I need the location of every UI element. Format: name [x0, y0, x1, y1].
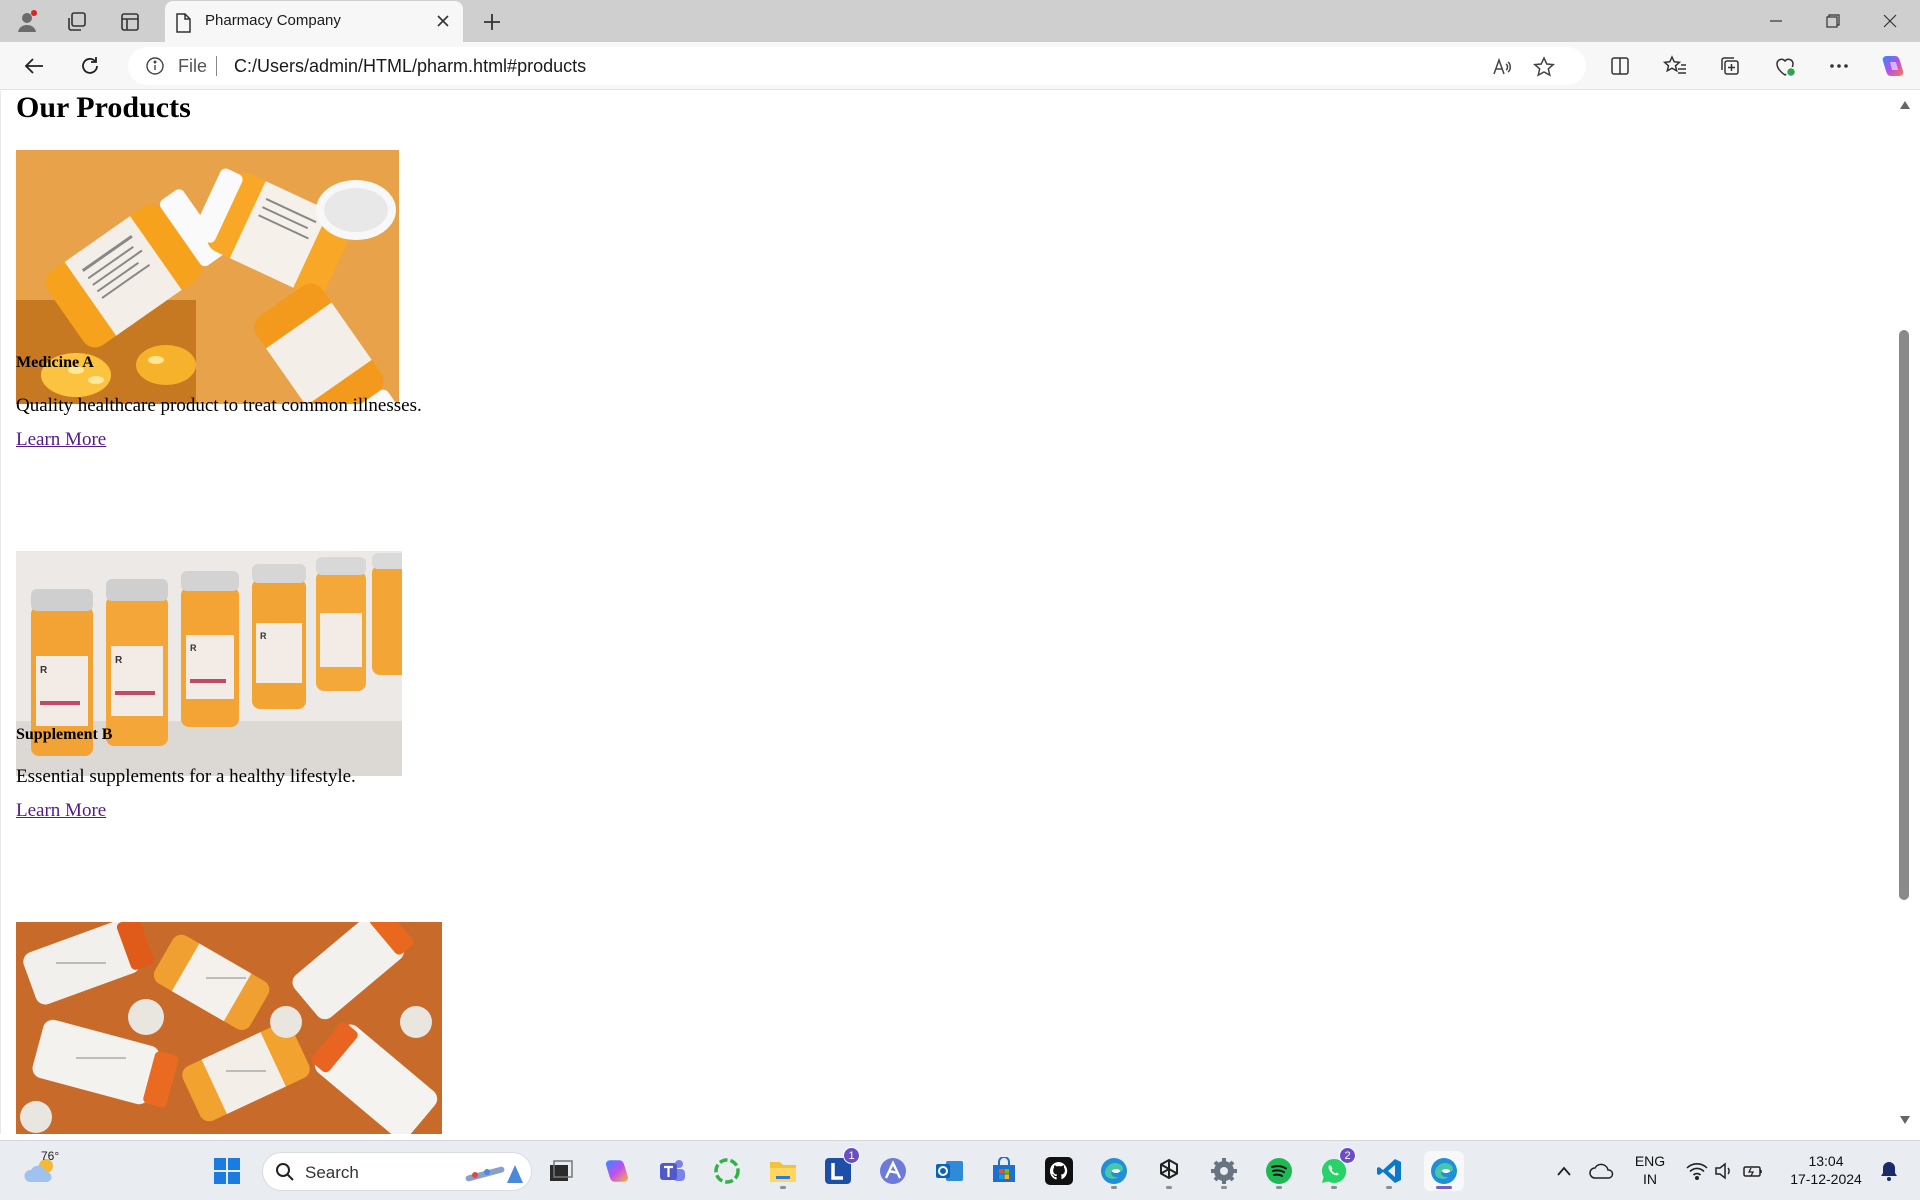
close-window-icon[interactable] [1867, 6, 1913, 36]
start-windows-icon[interactable] [207, 1151, 247, 1191]
outlook-icon[interactable] [929, 1151, 969, 1191]
info-icon[interactable] [146, 57, 164, 80]
edge-icon[interactable] [1094, 1151, 1134, 1191]
language-line-2: IN [1643, 1171, 1657, 1187]
weather-temperature: 76° [41, 1149, 60, 1163]
chevron-up-icon[interactable] [1552, 1151, 1576, 1191]
arc-app-icon[interactable] [873, 1151, 913, 1191]
circular-app-icon[interactable] [707, 1151, 747, 1191]
page-icon [175, 13, 191, 38]
copilot-icon[interactable] [1877, 50, 1909, 82]
wifi-icon[interactable] [1684, 1151, 1710, 1191]
address-bar[interactable]: File C:/Users/admin/HTML/pharm.html#prod… [128, 47, 1586, 85]
file-explorer-icon[interactable] [763, 1151, 803, 1191]
close-tab-icon[interactable] [433, 11, 453, 31]
tab-pharmacy-company[interactable]: Pharmacy Company [165, 1, 463, 42]
product-image-third [16, 922, 442, 1134]
taskbar-search[interactable]: Search [262, 1152, 532, 1191]
product-name: Medicine A [16, 354, 94, 371]
spotify-icon[interactable] [1259, 1151, 1299, 1191]
url-text[interactable]: C:/Users/admin/HTML/pharm.html#products [234, 56, 586, 77]
more-options-icon[interactable] [1823, 50, 1855, 82]
profile-icon[interactable] [14, 9, 40, 35]
battery-icon[interactable] [1740, 1151, 1766, 1191]
product-name: Supplement B [16, 726, 113, 743]
back-icon[interactable] [18, 50, 50, 82]
teams-icon[interactable] [652, 1151, 692, 1191]
svg-text:R: R [40, 665, 48, 676]
notification-bell-icon[interactable] [1876, 1151, 1902, 1191]
l-app-icon[interactable]: 1 [818, 1147, 860, 1191]
whatsapp-icon[interactable]: 2 [1314, 1147, 1356, 1191]
edge-active-icon[interactable] [1424, 1151, 1464, 1191]
minimize-icon[interactable] [1753, 6, 1799, 36]
volume-icon[interactable] [1712, 1151, 1738, 1191]
scroll-up-icon[interactable] [1897, 98, 1913, 112]
scrollbar-thumb[interactable] [1899, 330, 1909, 900]
learn-more-link[interactable]: Learn More [16, 800, 106, 822]
title-bar: Pharmacy Company [0, 0, 1920, 42]
l-app-badge: 1 [843, 1147, 860, 1164]
taskbar: 76° Search 1 2 ENG IN 13:04 17-12-2024 [0, 1140, 1920, 1200]
chatgpt-icon[interactable] [1149, 1151, 1189, 1191]
page-heading: Our Products [16, 91, 191, 124]
browser-essentials-icon[interactable] [1769, 50, 1801, 82]
new-tab-icon[interactable] [478, 8, 506, 36]
task-view-icon[interactable] [541, 1151, 581, 1191]
vscode-icon[interactable] [1369, 1151, 1409, 1191]
tab-actions-icon[interactable] [117, 9, 143, 35]
clock-date: 17-12-2024 [1790, 1171, 1862, 1187]
language-indicator[interactable]: ENG IN [1628, 1152, 1672, 1188]
svg-text:R: R [260, 631, 267, 641]
github-icon[interactable] [1039, 1151, 1079, 1191]
address-divider [216, 56, 217, 76]
favorite-star-icon[interactable] [1532, 55, 1556, 79]
page-viewport: Our Products Medicine A Quality healthca… [0, 91, 1920, 1134]
svg-text:R: R [115, 655, 123, 666]
workspaces-icon[interactable] [64, 9, 90, 35]
settings-gear-icon[interactable] [1204, 1151, 1244, 1191]
read-aloud-icon[interactable] [1490, 55, 1514, 79]
copilot-app-icon[interactable] [597, 1151, 637, 1191]
search-placeholder: Search [305, 1163, 359, 1182]
clock[interactable]: 13:04 17-12-2024 [1778, 1152, 1874, 1188]
scroll-down-icon[interactable] [1897, 1113, 1913, 1127]
split-screen-icon[interactable] [1604, 50, 1636, 82]
search-highlight-icon [463, 1157, 525, 1192]
svg-text:R: R [190, 643, 197, 653]
tab-title: Pharmacy Company [205, 12, 341, 29]
clock-time: 13:04 [1808, 1153, 1844, 1169]
microsoft-store-icon[interactable] [984, 1151, 1024, 1191]
refresh-icon[interactable] [74, 50, 106, 82]
whatsapp-badge: 2 [1339, 1147, 1356, 1164]
browser-toolbar: File C:/Users/admin/HTML/pharm.html#prod… [0, 42, 1920, 90]
language-line-1: ENG [1634, 1153, 1666, 1169]
address-prefix: File [178, 56, 208, 76]
favorites-icon[interactable] [1659, 50, 1691, 82]
collections-icon[interactable] [1714, 50, 1746, 82]
product-description: Quality healthcare product to treat comm… [16, 395, 422, 416]
learn-more-link[interactable]: Learn More [16, 429, 106, 451]
search-icon [275, 1162, 295, 1187]
onedrive-icon[interactable] [1588, 1151, 1616, 1191]
product-description: Essential supplements for a healthy life… [16, 766, 356, 787]
restore-icon[interactable] [1810, 6, 1856, 36]
